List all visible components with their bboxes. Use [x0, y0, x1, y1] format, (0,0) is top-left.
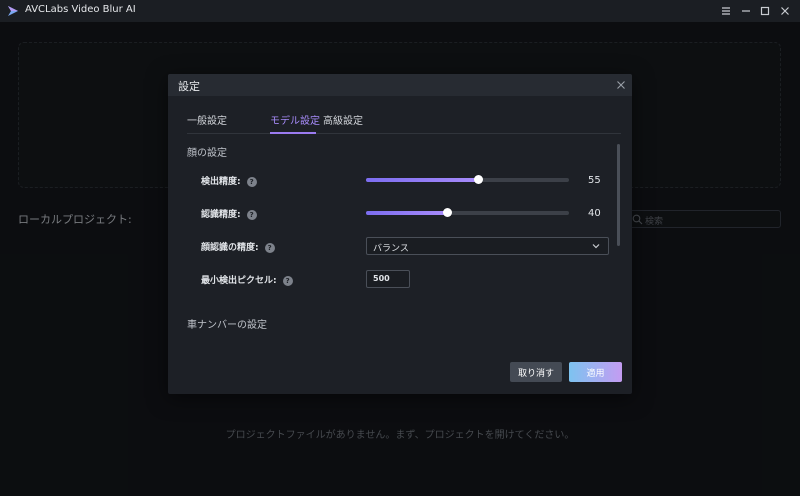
tab-advanced-settings[interactable]: 高級設定	[323, 112, 363, 127]
help-icon[interactable]: ?	[246, 209, 257, 220]
close-icon[interactable]	[777, 3, 793, 19]
detection-accuracy-thumb[interactable]	[473, 175, 483, 184]
settings-scrollbar[interactable]	[617, 144, 620, 246]
chevron-down-icon	[592, 244, 600, 249]
face-settings-title: 顔の設定	[187, 148, 227, 159]
tab-general-settings[interactable]: 一般設定	[187, 112, 227, 127]
detection-accuracy-slider[interactable]	[366, 175, 569, 184]
active-tab-indicator	[270, 132, 316, 134]
min-pixels-row: 最小検出ピクセル:?	[201, 273, 293, 286]
min-pixels-input[interactable]: 500	[366, 270, 410, 288]
dialog-title: 設定	[178, 80, 200, 93]
detection-accuracy-value: 55	[588, 175, 601, 186]
recognition-accuracy-row: 認識精度:?	[201, 207, 257, 220]
min-pixels-label: 最小検出ピクセル:	[201, 276, 277, 286]
menu-icon[interactable]	[718, 3, 734, 19]
detection-accuracy-row: 検出精度:?	[201, 174, 257, 187]
face-precision-selected: バランス	[373, 244, 409, 254]
minimize-icon[interactable]	[738, 3, 754, 19]
recognition-accuracy-fill	[366, 211, 448, 215]
recognition-accuracy-slider[interactable]	[366, 208, 569, 217]
help-icon[interactable]: ?	[246, 176, 257, 187]
settings-tabs: 一般設定 モデル設定 高級設定	[187, 110, 621, 134]
detection-accuracy-label: 検出精度:	[201, 177, 241, 187]
dialog-header: 設定	[168, 74, 632, 96]
app-logo-icon	[8, 6, 18, 16]
face-precision-select[interactable]: バランス	[366, 237, 609, 255]
cancel-button[interactable]: 取り消す	[510, 362, 562, 382]
settings-dialog: 設定 一般設定 モデル設定 高級設定 顔の設定 検出精度:? 55 認識精度:?…	[168, 74, 632, 394]
apply-button[interactable]: 適用	[569, 362, 622, 382]
help-icon[interactable]: ?	[282, 275, 293, 286]
recognition-accuracy-label: 認識精度:	[201, 210, 241, 220]
maximize-icon[interactable]	[757, 3, 773, 19]
recognition-accuracy-thumb[interactable]	[443, 208, 453, 217]
face-precision-row: 顔認識の精度:?	[201, 240, 275, 253]
detection-accuracy-fill	[366, 178, 478, 182]
help-icon[interactable]: ?	[264, 242, 275, 253]
plate-settings-title: 車ナンバーの設定	[187, 320, 267, 331]
face-precision-label: 顔認識の精度:	[201, 243, 259, 253]
title-bar: AVCLabs Video Blur AI	[0, 0, 800, 22]
recognition-accuracy-value: 40	[588, 208, 601, 219]
tab-model-settings[interactable]: モデル設定	[270, 112, 320, 127]
app-title: AVCLabs Video Blur AI	[25, 4, 136, 15]
dialog-close-icon[interactable]	[614, 78, 628, 92]
